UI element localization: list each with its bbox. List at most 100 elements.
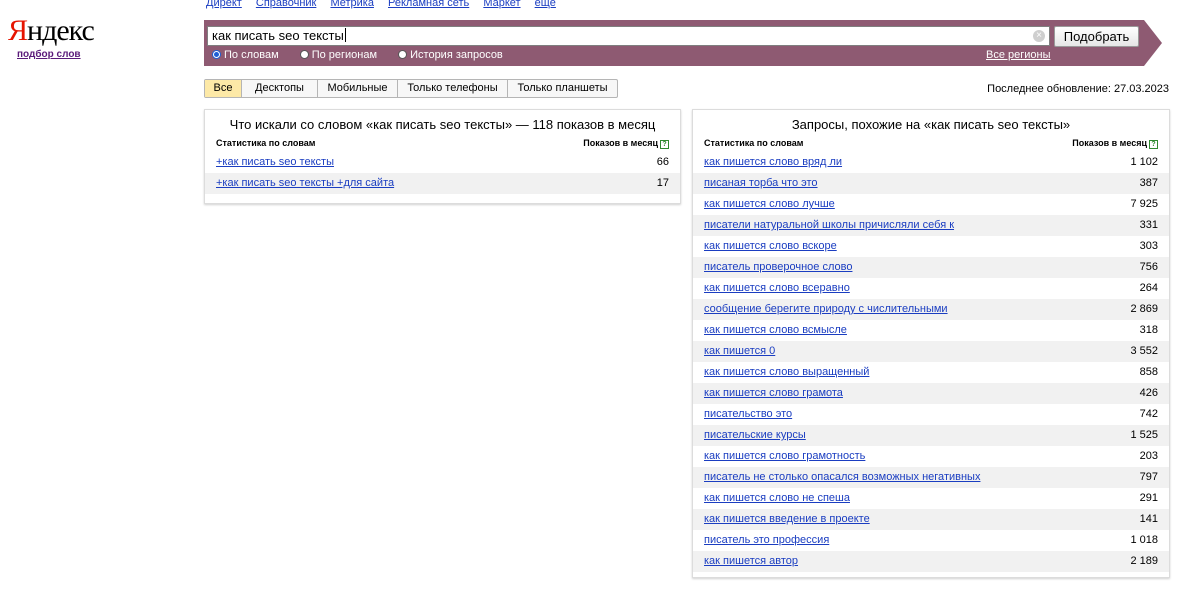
help-icon[interactable]: ? (660, 140, 669, 149)
impressions-count: 141 (1139, 513, 1158, 525)
query-link[interactable]: как пишется слово не спеша (704, 488, 850, 509)
query-link[interactable]: как пишется слово грамотность (704, 446, 865, 467)
query-link[interactable]: как пишется слово всеравно (704, 278, 850, 299)
impressions-count: 426 (1139, 387, 1158, 399)
radio-label: По регионам (311, 49, 378, 61)
query-link[interactable]: как пишется слово всмысле (704, 320, 847, 341)
column-header: Статистика по словам Показов в месяц? (693, 136, 1169, 150)
table-row: как пишется 0 3 552 (693, 341, 1169, 362)
query-link[interactable]: как пишется автор (704, 551, 798, 572)
impressions-count: 303 (1139, 240, 1158, 252)
query-link[interactable]: как пишется слово лучше (704, 194, 835, 215)
wordstat-link[interactable]: подбор слов (17, 49, 98, 60)
query-link[interactable]: писатель проверочное слово (704, 257, 852, 278)
top-link-help[interactable]: Справочник (256, 0, 317, 9)
query-link[interactable]: писатель это профессия (704, 530, 829, 551)
impressions-count: 203 (1139, 450, 1158, 462)
query-link[interactable]: +как писать seo тексты (216, 152, 334, 173)
table-row: как пишется слово не спеша 291 (693, 488, 1169, 509)
impressions-count: 3 552 (1130, 345, 1158, 357)
top-link-direct[interactable]: Директ (206, 0, 242, 9)
query-link[interactable]: писательство это (704, 404, 792, 425)
logo-wordmark: Яндекс (8, 14, 98, 48)
right-rows: как пишется слово вряд ли 1 102 писаная то… (693, 152, 1169, 572)
impressions-count: 2 869 (1130, 303, 1158, 315)
col-count-label: Показов в месяц (583, 138, 658, 148)
table-row: как пишется слово всмысле 318 (693, 320, 1169, 341)
query-link[interactable]: как пишется слово вскоре (704, 236, 837, 257)
top-links: Директ Справочник Метрика Рекламная сеть… (206, 0, 567, 9)
radio-dot-icon (398, 50, 408, 59)
search-input[interactable]: как писать seo тексты (207, 26, 1050, 46)
impressions-count: 17 (656, 177, 669, 189)
left-rows: +как писать seo тексты 66 +как писать seo … (205, 152, 680, 194)
tab-all[interactable]: Все (205, 80, 242, 97)
impressions-count: 1 102 (1130, 156, 1158, 168)
tab-desktops[interactable]: Десктопы (242, 80, 318, 97)
query-link[interactable]: писательские курсы (704, 425, 806, 446)
query-link[interactable]: писатели натуральной школы причисляли се… (704, 215, 954, 236)
table-row: +как писать seo тексты +для сайта 17 (205, 173, 680, 194)
query-link[interactable]: как пишется слово грамота (704, 383, 843, 404)
query-link[interactable]: сообщение берегите природу с числительны… (704, 299, 948, 320)
query-link[interactable]: как пишется слово вряд ли (704, 152, 842, 173)
impressions-count: 1 525 (1130, 429, 1158, 441)
table-row: как пишется слово грамота 426 (693, 383, 1169, 404)
query-link[interactable]: как пишется введение в проекте (704, 509, 870, 530)
impressions-count: 264 (1139, 282, 1158, 294)
column-header: Статистика по словам Показов в месяц? (205, 136, 680, 150)
impressions-count: 66 (656, 156, 669, 168)
panel-title: Запросы, похожие на «как писать seo текс… (791, 117, 1071, 132)
col-count-label: Показов в месяц (1072, 138, 1147, 148)
table-row: сообщение берегите природу с числительны… (693, 299, 1169, 320)
col-count-header: Показов в месяц? (1072, 136, 1158, 150)
impressions-count: 387 (1139, 177, 1158, 189)
tab-mobile[interactable]: Мобильные (318, 80, 398, 97)
table-row: как пишется слово выращенный 858 (693, 362, 1169, 383)
radio-query-history[interactable]: История запросов (398, 49, 503, 61)
submit-button[interactable]: Подобрать (1054, 26, 1139, 47)
tab-phones-only[interactable]: Только телефоны (398, 80, 508, 97)
radio-label: По словам (224, 49, 279, 61)
search-input-value: как писать seo тексты (212, 28, 344, 43)
top-link-ad-network[interactable]: Рекламная сеть (388, 0, 469, 9)
radio-by-words[interactable]: По словам (212, 49, 279, 61)
table-row: писательские курсы 1 525 (693, 425, 1169, 446)
query-link[interactable]: +как писать seo тексты +для сайта (216, 173, 394, 194)
panel-title: Что искали со словом «как писать seo тек… (229, 117, 656, 132)
table-row: писатель не столько опасался возможных н… (693, 467, 1169, 488)
top-link-more[interactable]: ещё (535, 0, 556, 9)
radio-by-regions[interactable]: По регионам (299, 49, 378, 61)
query-link[interactable]: как пишется слово выращенный (704, 362, 869, 383)
similar-queries-panel: Запросы, похожие на «как писать seo текс… (692, 109, 1170, 578)
yandex-logo[interactable]: Яндекс подбор слов (8, 14, 98, 60)
table-row: писаная торба что это 387 (693, 173, 1169, 194)
impressions-count: 331 (1139, 219, 1158, 231)
help-icon[interactable]: ? (1149, 140, 1158, 149)
table-row: как пишется автор 2 189 (693, 551, 1169, 572)
clear-icon[interactable]: × (1033, 30, 1045, 42)
impressions-count: 756 (1139, 261, 1158, 273)
top-link-market[interactable]: Маркет (483, 0, 520, 9)
table-row: как пишется слово лучше 7 925 (693, 194, 1169, 215)
col-phrase-header: Статистика по словам (704, 138, 804, 148)
word-stats-panel: Что искали со словом «как писать seo тек… (204, 109, 681, 204)
query-link[interactable]: писаная торба что это (704, 173, 818, 194)
table-row: как пишется слово вряд ли 1 102 (693, 152, 1169, 173)
table-row: как пишется слово всеравно 264 (693, 278, 1169, 299)
top-link-metrika[interactable]: Метрика (330, 0, 374, 9)
impressions-count: 291 (1139, 492, 1158, 504)
query-link[interactable]: писатель не столько опасался возможных н… (704, 467, 980, 488)
logo-rest: ндекс (27, 14, 95, 47)
tab-tablets-only[interactable]: Только планшеты (508, 80, 617, 97)
impressions-count: 797 (1139, 471, 1158, 483)
device-tabs: Все Десктопы Мобильные Только телефоны Т… (204, 79, 618, 98)
impressions-count: 858 (1139, 366, 1158, 378)
search-band-arrow (1144, 20, 1162, 66)
all-regions-link[interactable]: Все регионы (986, 49, 1051, 61)
query-link[interactable]: как пишется 0 (704, 341, 775, 362)
impressions-count: 2 189 (1130, 555, 1158, 567)
impressions-count: 1 018 (1130, 534, 1158, 546)
table-row: писатель это профессия 1 018 (693, 530, 1169, 551)
radio-dot-icon (299, 50, 309, 59)
